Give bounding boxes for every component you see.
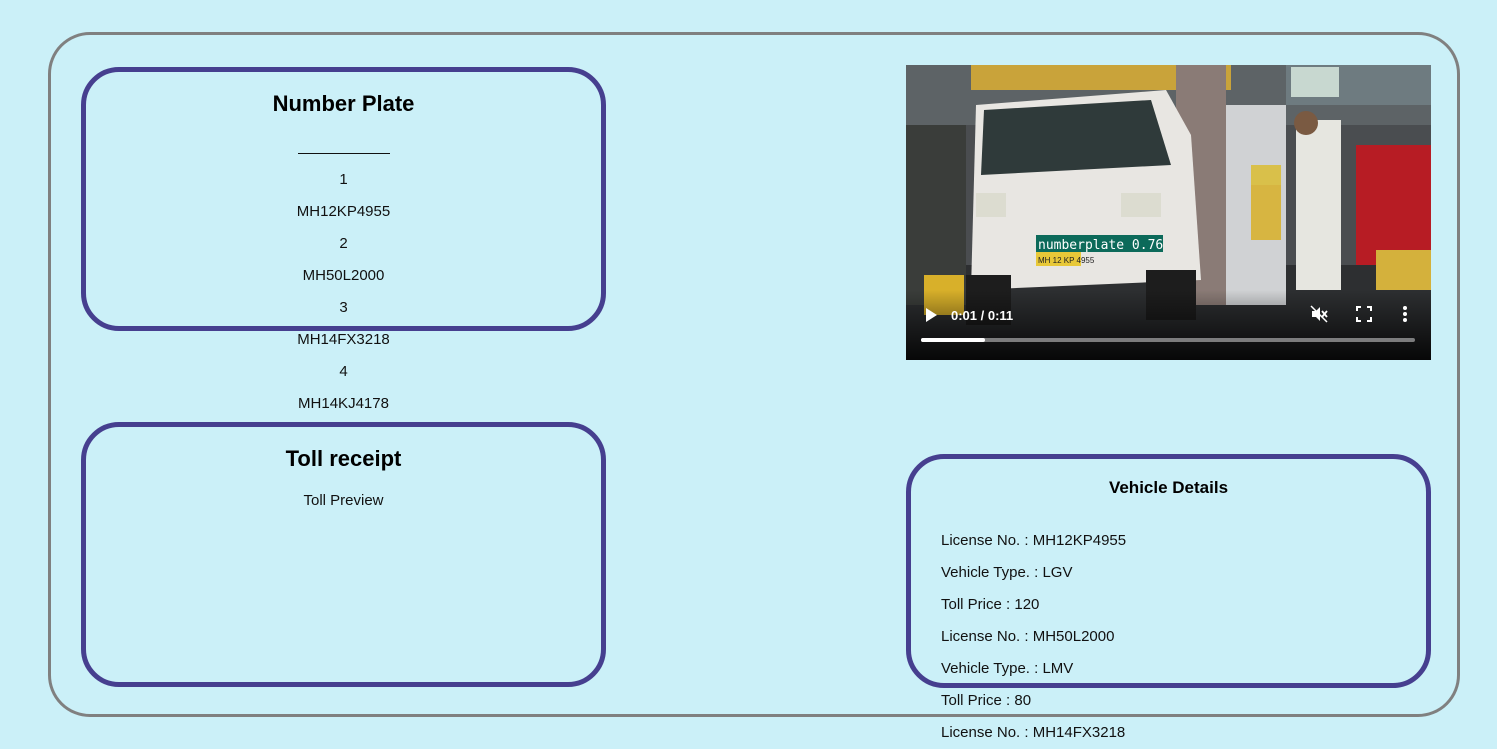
number-plate-divider [297, 138, 390, 154]
video-time: 0:01 / 0:11 [951, 308, 1014, 323]
vehicle-details-title: Vehicle Details [1108, 478, 1229, 497]
plate-number: MH14FX3218 [297, 331, 390, 348]
number-plate-card: Number Plate 1 MH12KP4955 2 MH50L2000 3 … [81, 67, 606, 412]
toll-receipt-card: Toll receipt Toll Preview [81, 422, 606, 687]
vehicle-detail-row: Toll Price : 120 [941, 596, 1040, 613]
number-plate-title: Number Plate [272, 91, 415, 116]
vehicle-detail-row: License No. : MH12KP4955 [941, 532, 1127, 549]
vehicle-detail-row: License No. : MH50L2000 [941, 628, 1115, 645]
video-progress-bar[interactable] [921, 338, 1415, 342]
vehicle-details-card: Vehicle Details License No. : MH12KP4955… [906, 454, 1431, 741]
video-progress-fill [921, 338, 986, 342]
play-icon[interactable] [924, 307, 938, 323]
vehicle-detail-row: License No. : MH14FX3218 [941, 724, 1126, 741]
plate-index: 4 [339, 363, 348, 380]
detection-label: numberplate 0.76 [1038, 238, 1163, 253]
plate-number: MH14KJ4178 [298, 395, 389, 412]
plate-number: MH12KP4955 [296, 203, 391, 220]
plate-number: MH50L2000 [302, 267, 385, 284]
toll-receipt-title: Toll receipt [285, 446, 402, 471]
vehicle-details-list: License No. : MH12KP4955 Vehicle Type. :… [941, 525, 1126, 749]
video-player[interactable]: numberplate 0.76 MH 12 KP 4955 0:01 / 0:… [906, 65, 1431, 360]
vehicle-detail-row: Vehicle Type. : LGV [941, 564, 1073, 581]
fullscreen-icon[interactable] [1356, 306, 1372, 322]
plate-index: 1 [339, 171, 348, 188]
vehicle-detail-row: Toll Price : 80 [941, 692, 1032, 709]
number-plate-list: 1 MH12KP4955 2 MH50L2000 3 MH14FX3218 4 … [86, 138, 601, 420]
mute-icon[interactable] [1310, 305, 1328, 323]
more-vert-icon[interactable] [1402, 305, 1408, 323]
vehicle-detail-row: Vehicle Type. : LMV [941, 660, 1074, 677]
plate-text: MH 12 KP 4955 [1038, 256, 1095, 265]
plate-index: 3 [339, 299, 348, 316]
toll-preview-label: Toll Preview [303, 492, 384, 509]
plate-index: 2 [339, 235, 348, 252]
video-controls [906, 290, 1431, 360]
